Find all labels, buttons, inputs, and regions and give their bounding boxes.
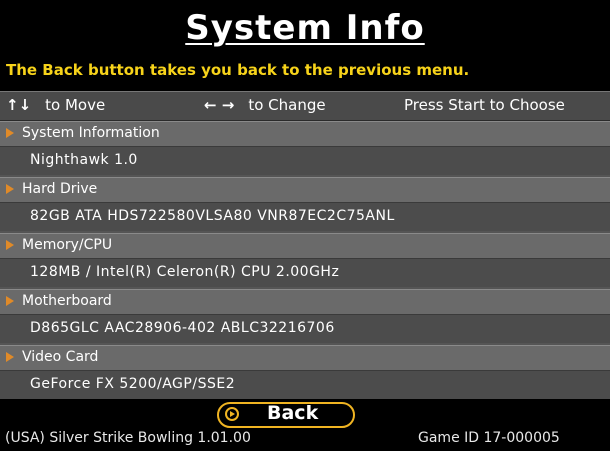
- section-header[interactable]: Video Card: [0, 345, 610, 371]
- section-value: 128MB / Intel(R) Celeron(R) CPU 2.00GHz: [30, 264, 340, 280]
- info-panel: System Information Nighthawk 1.0 Hard Dr…: [0, 121, 610, 399]
- section-value: D865GLC AAC28906-402 ABLC32216706: [30, 320, 335, 336]
- section-value-row: 128MB / Intel(R) Celeron(R) CPU 2.00GHz: [0, 259, 610, 287]
- triangle-icon: [6, 240, 14, 250]
- section-value-row: 82GB ATA HDS722580VLSA80 VNR87EC2C75ANL: [0, 203, 610, 231]
- triangle-icon: [6, 296, 14, 306]
- left-right-arrows-icon: ← →: [204, 96, 235, 114]
- move-hint: ↑↓ to Move: [6, 96, 105, 114]
- section-label: Motherboard: [22, 293, 112, 309]
- play-circle-icon: [225, 407, 239, 421]
- back-button-label: Back: [267, 402, 319, 424]
- section-memory-cpu[interactable]: Memory/CPU 128MB / Intel(R) Celeron(R) C…: [0, 233, 610, 287]
- section-system-information[interactable]: System Information Nighthawk 1.0: [0, 121, 610, 175]
- page-title: System Info: [185, 8, 425, 48]
- change-hint-label: to Change: [248, 96, 326, 114]
- up-down-arrows-icon: ↑↓: [6, 96, 32, 114]
- game-id: Game ID 17-000005: [418, 430, 560, 446]
- section-motherboard[interactable]: Motherboard D865GLC AAC28906-402 ABLC322…: [0, 289, 610, 343]
- game-name: (USA) Silver Strike Bowling 1.01.00: [5, 430, 251, 446]
- change-hint: ← → to Change: [204, 96, 326, 114]
- help-text: The Back button takes you back to the pr…: [6, 61, 470, 79]
- section-label: Memory/CPU: [22, 237, 113, 253]
- section-header[interactable]: Hard Drive: [0, 177, 610, 203]
- controls-hint-bar: ↑↓ to Move ← → to Change Press Start to Ch…: [0, 91, 610, 121]
- section-value-row: D865GLC AAC28906-402 ABLC32216706: [0, 315, 610, 343]
- back-button[interactable]: Back: [217, 402, 355, 428]
- section-value-row: GeForce FX 5200/AGP/SSE2: [0, 371, 610, 399]
- choose-hint: Press Start to Choose: [404, 96, 565, 114]
- triangle-icon: [6, 352, 14, 362]
- section-label: System Information: [22, 125, 160, 141]
- section-video-card[interactable]: Video Card GeForce FX 5200/AGP/SSE2: [0, 345, 610, 399]
- section-header[interactable]: Memory/CPU: [0, 233, 610, 259]
- triangle-icon: [6, 128, 14, 138]
- triangle-icon: [6, 184, 14, 194]
- section-header[interactable]: System Information: [0, 121, 610, 147]
- section-hard-drive[interactable]: Hard Drive 82GB ATA HDS722580VLSA80 VNR8…: [0, 177, 610, 231]
- section-label: Hard Drive: [22, 181, 98, 197]
- move-hint-label: to Move: [45, 96, 106, 114]
- section-header[interactable]: Motherboard: [0, 289, 610, 315]
- section-value: Nighthawk 1.0: [30, 152, 138, 168]
- section-value-row: Nighthawk 1.0: [0, 147, 610, 175]
- section-value: 82GB ATA HDS722580VLSA80 VNR87EC2C75ANL: [30, 208, 395, 224]
- section-value: GeForce FX 5200/AGP/SSE2: [30, 376, 236, 392]
- section-label: Video Card: [22, 349, 99, 365]
